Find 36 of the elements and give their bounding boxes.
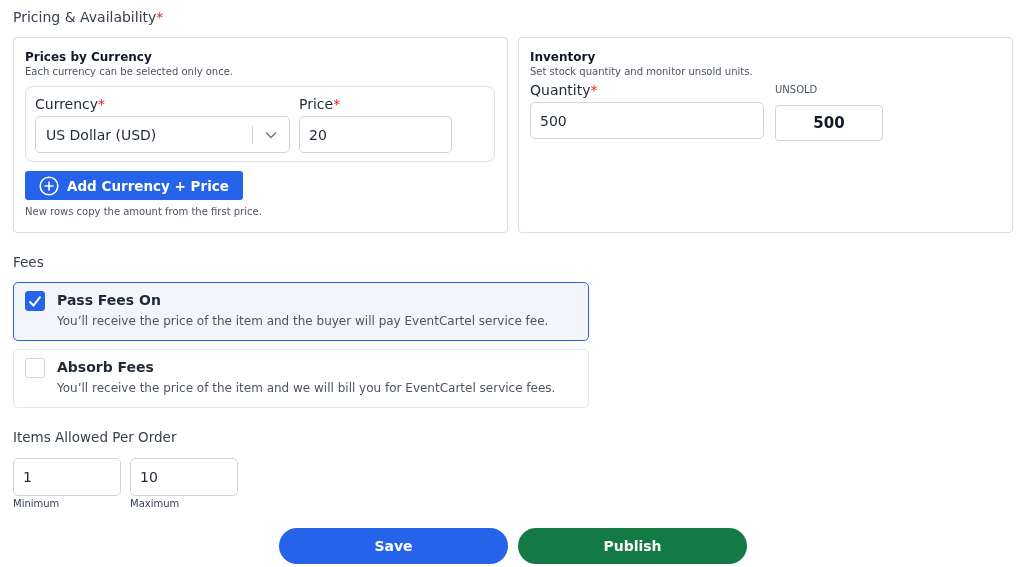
card-title: Inventory bbox=[530, 50, 597, 65]
number-field[interactable]: 1 bbox=[13, 458, 121, 496]
publish-button[interactable]: Publish bbox=[518, 528, 747, 564]
card-title: Prices by Currency bbox=[25, 50, 153, 65]
helper-text: New rows copy the amount from the first price. bbox=[25, 206, 263, 217]
fee-option[interactable]: Pass Fees On You’ll receive the price of the item and the buyer will pay EventCartel service fee. bbox=[13, 282, 589, 341]
option-description: You’ll receive the price of the item and we will bill you for EventCartel service fees. bbox=[57, 381, 556, 395]
option-title: Absorb Fees bbox=[57, 358, 155, 376]
card-subtitle: Each currency can be selected only once. bbox=[25, 65, 235, 78]
card-subtitle: Set stock quantity and monitor unsold units. bbox=[530, 65, 754, 78]
plus-circle-icon bbox=[39, 175, 59, 196]
checkbox[interactable] bbox=[25, 291, 45, 311]
quantity-field[interactable]: 500 bbox=[530, 102, 764, 139]
required-mark: * bbox=[333, 96, 341, 112]
required-mark: * bbox=[590, 82, 598, 98]
fee-option[interactable]: Absorb Fees You’ll receive the price of the item and we will bill you for EventCartel service fees. bbox=[13, 349, 589, 408]
fees-label: Fees bbox=[13, 253, 45, 271]
field-label: Quantity bbox=[530, 82, 591, 98]
save-button[interactable]: Save bbox=[279, 528, 508, 564]
field-caption: Minimum bbox=[13, 498, 61, 509]
unsold-label: UNSOLD bbox=[775, 83, 819, 97]
required-mark: * bbox=[98, 96, 106, 112]
required-mark: * bbox=[156, 9, 164, 25]
field-label: Currency bbox=[35, 96, 99, 112]
option-title: Pass Fees On bbox=[57, 291, 162, 309]
section-title: Pricing & Availability bbox=[13, 9, 157, 25]
add-currency-button[interactable]: Add Currency + Price bbox=[25, 171, 243, 200]
unsold-count: 500 bbox=[775, 105, 883, 141]
field-label: Price bbox=[299, 96, 334, 112]
items-per-order-label: Items Allowed Per Order bbox=[13, 428, 178, 446]
chevron-down-icon bbox=[265, 130, 277, 139]
price-field[interactable]: 20 bbox=[299, 116, 452, 153]
number-field[interactable]: 10 bbox=[130, 458, 238, 496]
currency-select[interactable]: US Dollar (USD) bbox=[35, 116, 290, 153]
option-description: You’ll receive the price of the item and the buyer will pay EventCartel service fee. bbox=[57, 314, 549, 328]
field-caption: Maximum bbox=[130, 498, 181, 509]
